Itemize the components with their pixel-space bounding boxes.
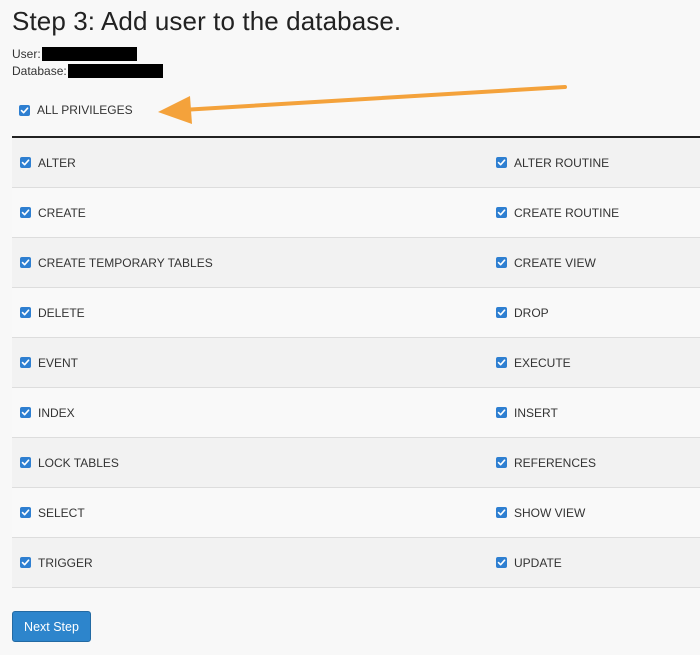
redacted-username [41, 47, 137, 61]
privileges-table: ALTER ALTER ROUTINE CREATE CREATE ROUTINE CR… [12, 136, 700, 588]
privilege-option[interactable]: CREATE ROUTINE [496, 206, 619, 220]
privilege-checkbox[interactable] [20, 157, 31, 168]
privilege-option[interactable]: ALTER [20, 156, 76, 170]
user-label: User: [12, 47, 41, 61]
privilege-label: LOCK TABLES [38, 455, 119, 470]
privilege-label: CREATE VIEW [514, 255, 596, 270]
privilege-option[interactable]: SHOW VIEW [496, 506, 585, 520]
table-row: SELECT SHOW VIEW [12, 488, 700, 538]
privilege-option[interactable]: SELECT [20, 506, 85, 520]
page-title: Step 3: Add user to the database. [12, 6, 402, 36]
privilege-checkbox[interactable] [20, 457, 31, 468]
privilege-option[interactable]: EVENT [20, 356, 78, 370]
table-row: DELETE DROP [12, 288, 700, 338]
privilege-option[interactable]: LOCK TABLES [20, 456, 119, 470]
privilege-option[interactable]: ALTER ROUTINE [496, 156, 609, 170]
privilege-label: SELECT [38, 505, 85, 520]
privilege-checkbox[interactable] [496, 207, 507, 218]
privilege-option[interactable]: INSERT [496, 406, 558, 420]
table-row: CREATE TEMPORARY TABLES CREATE VIEW [12, 238, 700, 288]
privilege-checkbox[interactable] [496, 457, 507, 468]
all-privileges-label: ALL PRIVILEGES [37, 103, 133, 117]
all-privileges-checkbox[interactable] [19, 104, 30, 116]
privilege-label: CREATE ROUTINE [514, 205, 620, 220]
table-row: INDEX INSERT [12, 388, 700, 438]
table-row: LOCK TABLES REFERENCES [12, 438, 700, 488]
privilege-checkbox[interactable] [496, 507, 507, 518]
privilege-label: ALTER [38, 155, 76, 170]
next-step-button[interactable]: Next Step [12, 611, 91, 642]
privilege-label: EXECUTE [514, 355, 571, 370]
privilege-checkbox[interactable] [496, 257, 507, 268]
privilege-checkbox[interactable] [20, 307, 31, 318]
privilege-checkbox[interactable] [20, 357, 31, 368]
privilege-option[interactable]: CREATE [20, 206, 86, 220]
user-row: User: [12, 47, 137, 61]
privilege-option[interactable]: CREATE VIEW [496, 256, 596, 270]
privilege-option[interactable]: EXECUTE [496, 356, 571, 370]
privilege-checkbox[interactable] [20, 207, 31, 218]
privilege-label: SHOW VIEW [514, 505, 586, 520]
privilege-option[interactable]: INDEX [20, 406, 75, 420]
database-row: Database: [12, 64, 163, 78]
privilege-label: DELETE [38, 305, 85, 320]
privilege-checkbox[interactable] [496, 357, 507, 368]
privilege-option[interactable]: CREATE TEMPORARY TABLES [20, 256, 213, 270]
privilege-option[interactable]: UPDATE [496, 556, 562, 570]
privilege-checkbox[interactable] [496, 307, 507, 318]
database-label: Database: [12, 64, 67, 78]
table-row: CREATE CREATE ROUTINE [12, 188, 700, 238]
privilege-label: EVENT [38, 355, 79, 370]
privilege-checkbox[interactable] [20, 407, 31, 418]
privilege-label: ALTER ROUTINE [514, 155, 610, 170]
privilege-label: UPDATE [514, 555, 562, 570]
privilege-label: DROP [514, 305, 549, 320]
privilege-option[interactable]: TRIGGER [20, 556, 93, 570]
all-privileges-option[interactable]: ALL PRIVILEGES [19, 103, 133, 117]
privilege-option[interactable]: REFERENCES [496, 456, 596, 470]
privilege-label: CREATE TEMPORARY TABLES [38, 255, 213, 270]
privilege-checkbox[interactable] [20, 257, 31, 268]
annotation-arrow-icon [158, 85, 567, 124]
privilege-label: INDEX [38, 405, 75, 420]
privilege-option[interactable]: DELETE [20, 306, 85, 320]
table-row: EVENT EXECUTE [12, 338, 700, 388]
table-row: ALTER ALTER ROUTINE [12, 138, 700, 188]
privilege-label: INSERT [514, 405, 558, 420]
privilege-label: TRIGGER [38, 555, 93, 570]
privilege-checkbox[interactable] [496, 557, 507, 568]
privilege-label: CREATE [38, 205, 86, 220]
privilege-option[interactable]: DROP [496, 306, 549, 320]
privilege-checkbox[interactable] [20, 557, 31, 568]
table-row: TRIGGER UPDATE [12, 538, 700, 588]
privilege-checkbox[interactable] [496, 407, 507, 418]
privilege-label: REFERENCES [514, 455, 597, 470]
privilege-checkbox[interactable] [496, 157, 507, 168]
privilege-checkbox[interactable] [20, 507, 31, 518]
redacted-database-name [67, 64, 163, 78]
